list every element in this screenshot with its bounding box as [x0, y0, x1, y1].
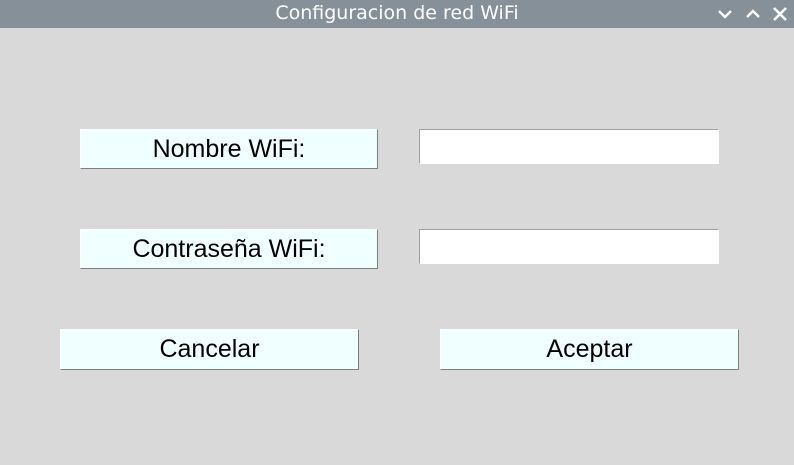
- password-input[interactable]: [419, 229, 719, 264]
- ssid-label: Nombre WiFi:: [80, 129, 378, 169]
- window-title: Configuracion de red WiFi: [275, 2, 519, 24]
- ssid-input[interactable]: [419, 129, 719, 164]
- chevron-up-icon: [746, 9, 760, 18]
- close-button[interactable]: [768, 2, 792, 26]
- chevron-down-icon: [718, 10, 732, 19]
- close-icon: [773, 7, 787, 21]
- window-body: Nombre WiFi: Contraseña WiFi: Cancelar A…: [0, 28, 794, 465]
- password-label: Contraseña WiFi:: [80, 229, 378, 269]
- accept-button[interactable]: Aceptar: [440, 329, 739, 370]
- minimize-button[interactable]: [713, 2, 737, 26]
- title-bar[interactable]: Configuracion de red WiFi: [0, 0, 794, 28]
- cancel-button[interactable]: Cancelar: [60, 329, 359, 370]
- maximize-button[interactable]: [741, 2, 765, 26]
